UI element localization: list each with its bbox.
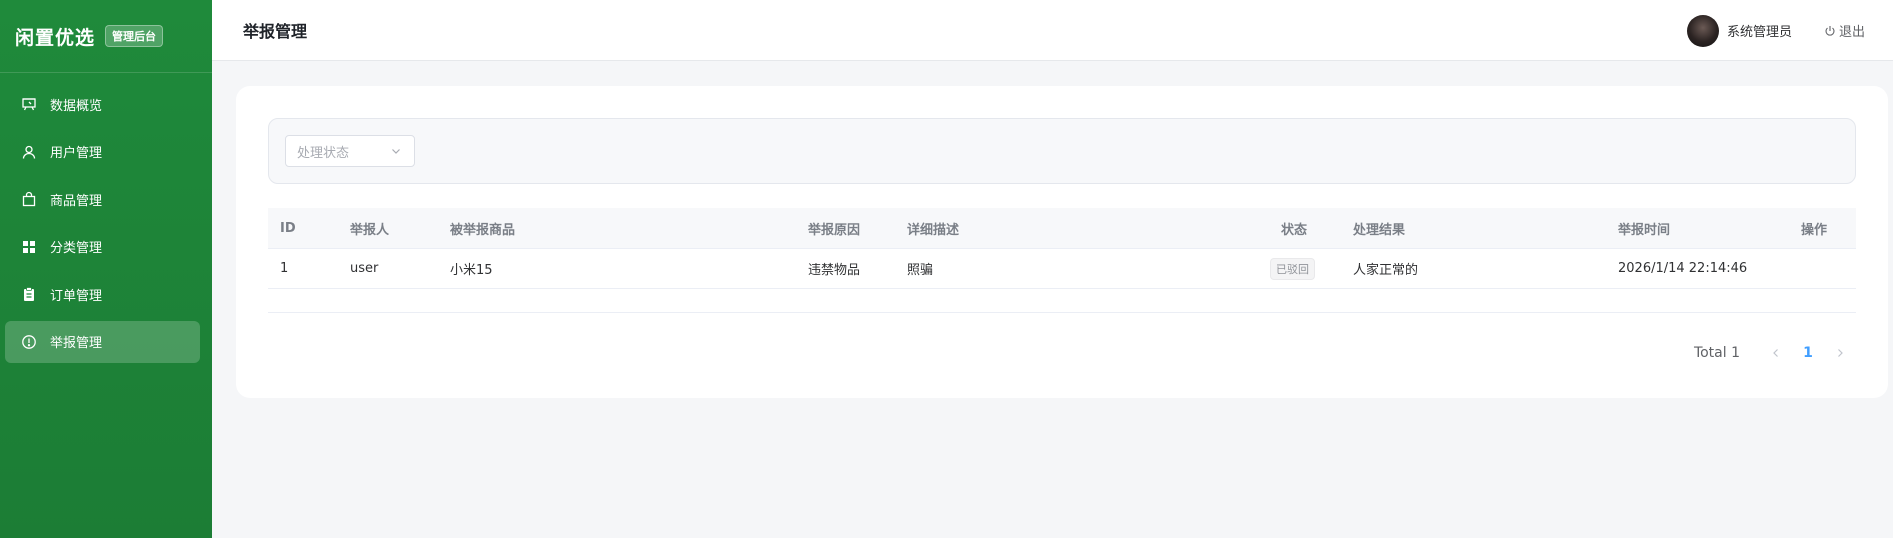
column-header-reporter: 举报人 — [350, 222, 390, 238]
logout-button[interactable]: 退出 — [1824, 21, 1865, 40]
sidebar-item-dashboard[interactable]: 数据概览 — [5, 83, 200, 125]
column-header-time: 举报时间 — [1618, 222, 1671, 238]
pagination: Total 1 1 — [1694, 337, 1856, 369]
brand-title: 闲置优选 — [15, 26, 96, 49]
column-header-id: ID — [280, 220, 296, 236]
brand-badge: 管理后台 — [105, 25, 164, 47]
status-select[interactable]: 处理状态 — [285, 135, 415, 167]
column-header-product: 被举报商品 — [450, 222, 516, 238]
status-select-placeholder: 处理状态 — [297, 145, 350, 161]
chevron-right-icon — [1838, 349, 1843, 357]
sidebar-item-products[interactable]: 商品管理 — [5, 178, 200, 220]
sidebar-item-label: 用户管理 — [50, 146, 103, 162]
cell-reporter: user — [350, 261, 379, 276]
sidebar-item-users[interactable]: 用户管理 — [5, 131, 200, 173]
power-icon — [1825, 25, 1835, 36]
sidebar-item-label: 订单管理 — [50, 288, 103, 304]
cell-status: 已驳回 — [1270, 249, 1315, 288]
logout-label: 退出 — [1838, 25, 1865, 40]
cell-description: 照骗 — [907, 263, 934, 278]
sidebar-menu: 数据概览 用户管理 商品管理 分类管理 订单管理 举报管理 — [0, 83, 212, 363]
cell-time: 2026/1/14 22:14:46 — [1618, 261, 1748, 276]
avatar[interactable] — [1686, 14, 1719, 47]
grid-icon — [20, 238, 38, 256]
filter-bar: 处理状态 — [268, 118, 1856, 184]
sidebar-item-label: 分类管理 — [50, 241, 103, 257]
sidebar-item-label: 举报管理 — [50, 336, 103, 352]
chevron-left-icon — [1773, 349, 1778, 357]
pagination-total: Total 1 — [1693, 345, 1740, 361]
next-page-button[interactable] — [1824, 337, 1856, 369]
table-header: ID 举报人 被举报商品 举报原因 详细描述 状态 处理结果 举报时间 操作 — [268, 208, 1856, 249]
cell-reason: 违禁物品 — [808, 263, 861, 278]
header-user-area: 系统管理员 退出 — [1686, 0, 1865, 61]
column-header-status: 状态 — [1281, 222, 1308, 238]
prev-page-button[interactable] — [1760, 337, 1792, 369]
cell-id: 1 — [280, 261, 289, 276]
column-header-reason: 举报原因 — [808, 222, 861, 238]
brand: 闲置优选 管理后台 — [0, 0, 212, 73]
main-card: 处理状态 ID 举报人 被举报商品 举报原因 详细描述 状态 处理结果 举报时间… — [236, 86, 1888, 398]
sidebar-item-label: 商品管理 — [50, 193, 103, 209]
sidebar-item-label: 数据概览 — [50, 98, 103, 114]
table-bottom-spacer — [268, 289, 1856, 313]
username[interactable]: 系统管理员 — [1727, 21, 1792, 40]
sidebar-item-reports[interactable]: 举报管理 — [5, 320, 200, 363]
table-row: 1 user 小米15 违禁物品 照骗 已驳回 人家正常的 2026/1/14 … — [268, 249, 1856, 289]
dashboard-icon — [20, 95, 38, 113]
reports-table: ID 举报人 被举报商品 举报原因 详细描述 状态 处理结果 举报时间 操作 1… — [268, 208, 1856, 313]
clipboard-icon — [20, 285, 38, 303]
column-header-description: 详细描述 — [907, 222, 960, 238]
column-header-result: 处理结果 — [1353, 222, 1406, 238]
sidebar-item-categories[interactable]: 分类管理 — [5, 226, 200, 268]
shopping-bag-icon — [20, 190, 38, 208]
cell-product: 小米15 — [450, 263, 493, 278]
user-icon — [20, 143, 38, 161]
page-title: 举报管理 — [243, 22, 308, 41]
cell-result: 人家正常的 — [1353, 263, 1419, 278]
column-header-actions: 操作 — [1801, 222, 1828, 238]
warning-circle-icon — [20, 333, 38, 351]
sidebar: 闲置优选 管理后台 数据概览 用户管理 商品管理 分类管理 订单管理 举报管理 — [0, 0, 212, 538]
chevron-down-icon — [392, 149, 400, 154]
top-header: 举报管理 系统管理员 退出 — [212, 0, 1893, 61]
sidebar-item-orders[interactable]: 订单管理 — [5, 273, 200, 315]
page-number-button[interactable]: 1 — [1792, 337, 1824, 369]
status-badge: 已驳回 — [1270, 257, 1315, 280]
